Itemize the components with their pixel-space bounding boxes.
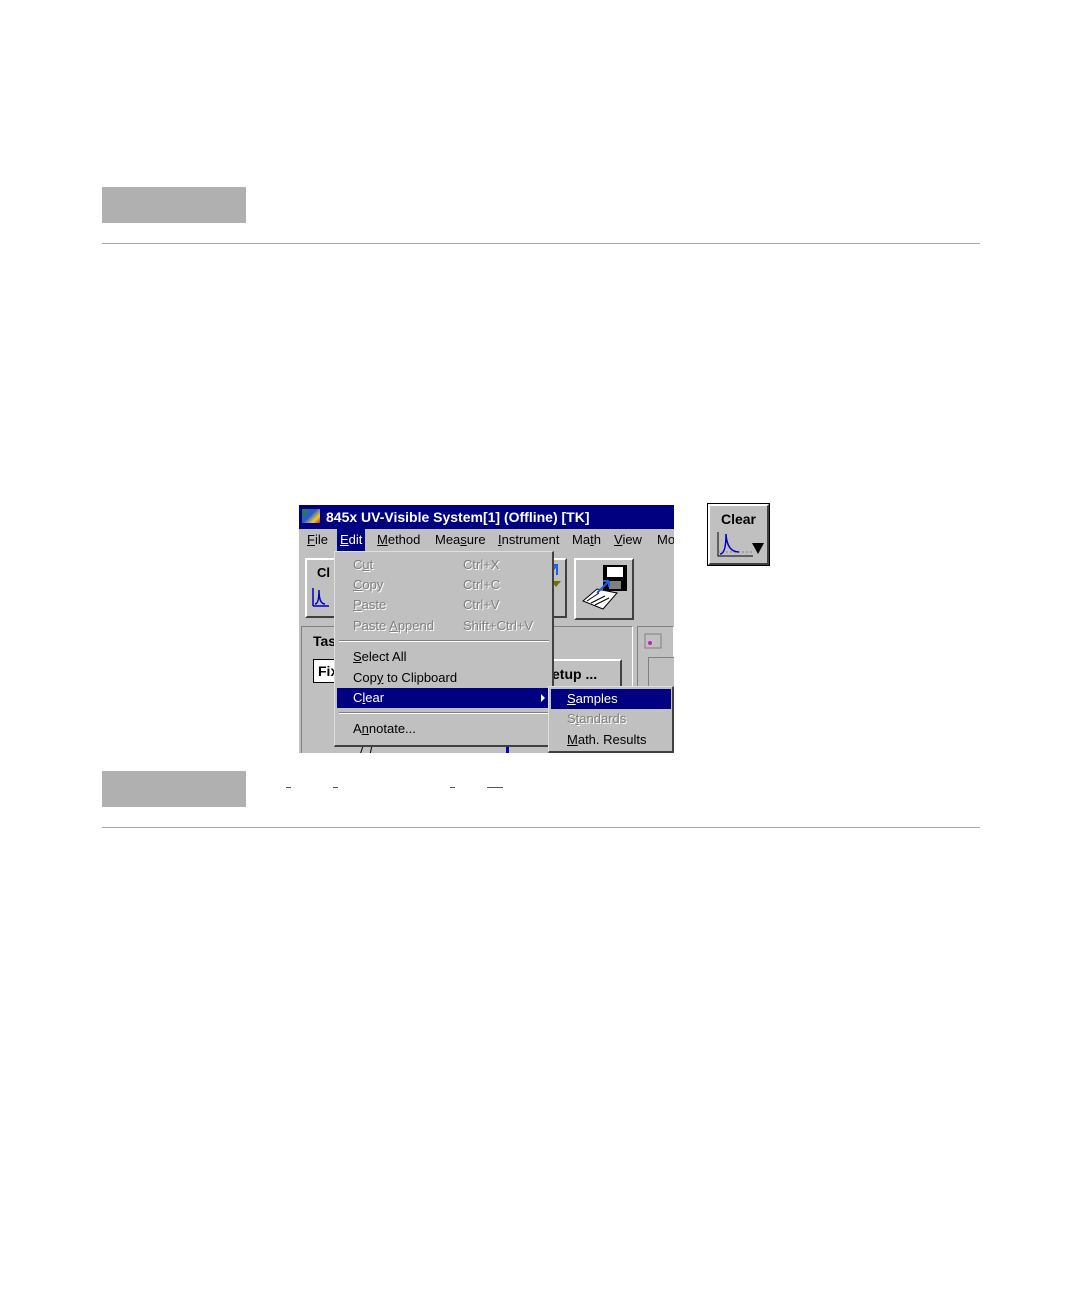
- title-bar: 845x UV-Visible System[1] (Offline) [TK]: [299, 505, 674, 529]
- menu-instrument[interactable]: Instrument: [495, 529, 562, 551]
- menu-item-clear[interactable]: Clear: [337, 688, 551, 708]
- menu-item-paste-append[interactable]: Paste Append Shift+Ctrl+V: [337, 616, 551, 636]
- submenu-arrow-icon: [541, 694, 545, 702]
- section-tab-bottom: [102, 771, 246, 807]
- clear-button[interactable]: Clear: [708, 504, 769, 565]
- save-disk-icon: [582, 565, 627, 610]
- save-report-button[interactable]: [574, 558, 634, 620]
- menu-view[interactable]: View: [611, 529, 645, 551]
- menu-method[interactable]: Method: [374, 529, 423, 551]
- menu-item-select-all[interactable]: Select All: [337, 647, 551, 667]
- window-title: 845x UV-Visible System[1] (Offline) [TK]: [326, 509, 590, 525]
- menu-file[interactable]: File: [304, 529, 331, 551]
- menu-measure[interactable]: Measure: [432, 529, 489, 551]
- clear-submenu: Samples Standards Math. Results: [548, 686, 674, 753]
- menu-separator: [339, 640, 549, 642]
- submenu-item-standards[interactable]: Standards: [551, 709, 671, 729]
- menu-item-cut[interactable]: Cut Ctrl+X: [337, 555, 551, 575]
- menu-bar: File Edit Method Measure Instrument Math…: [299, 529, 674, 551]
- menu-separator: [339, 712, 549, 714]
- menu-math[interactable]: Math: [569, 529, 604, 551]
- spectrum-icon: [312, 588, 329, 607]
- menu-item-paste[interactable]: Paste Ctrl+V: [337, 595, 551, 615]
- submenu-item-samples[interactable]: Samples: [551, 689, 671, 709]
- divider-top: [102, 243, 980, 244]
- menu-edit[interactable]: Edit: [337, 529, 366, 551]
- edit-menu: Cut Ctrl+X Copy Ctrl+C Paste Ctrl+V Past…: [334, 551, 554, 747]
- window-icon: [644, 633, 662, 649]
- menu-item-annotate[interactable]: Annotate...: [337, 719, 551, 739]
- divider-bottom: [102, 827, 980, 828]
- menu-more[interactable]: Mo: [654, 529, 674, 551]
- menu-item-copy-to-clipboard[interactable]: Copy to Clipboard: [337, 668, 551, 688]
- app-spectrum-icon: [302, 509, 320, 523]
- submenu-item-math-results[interactable]: Math. Results: [551, 730, 671, 750]
- menu-item-copy[interactable]: Copy Ctrl+C: [337, 575, 551, 595]
- spectrum-dropdown-icon: [717, 532, 764, 557]
- app-window: 845x UV-Visible System[1] (Offline) [TK]…: [299, 505, 674, 753]
- section-tab-top: [102, 187, 246, 223]
